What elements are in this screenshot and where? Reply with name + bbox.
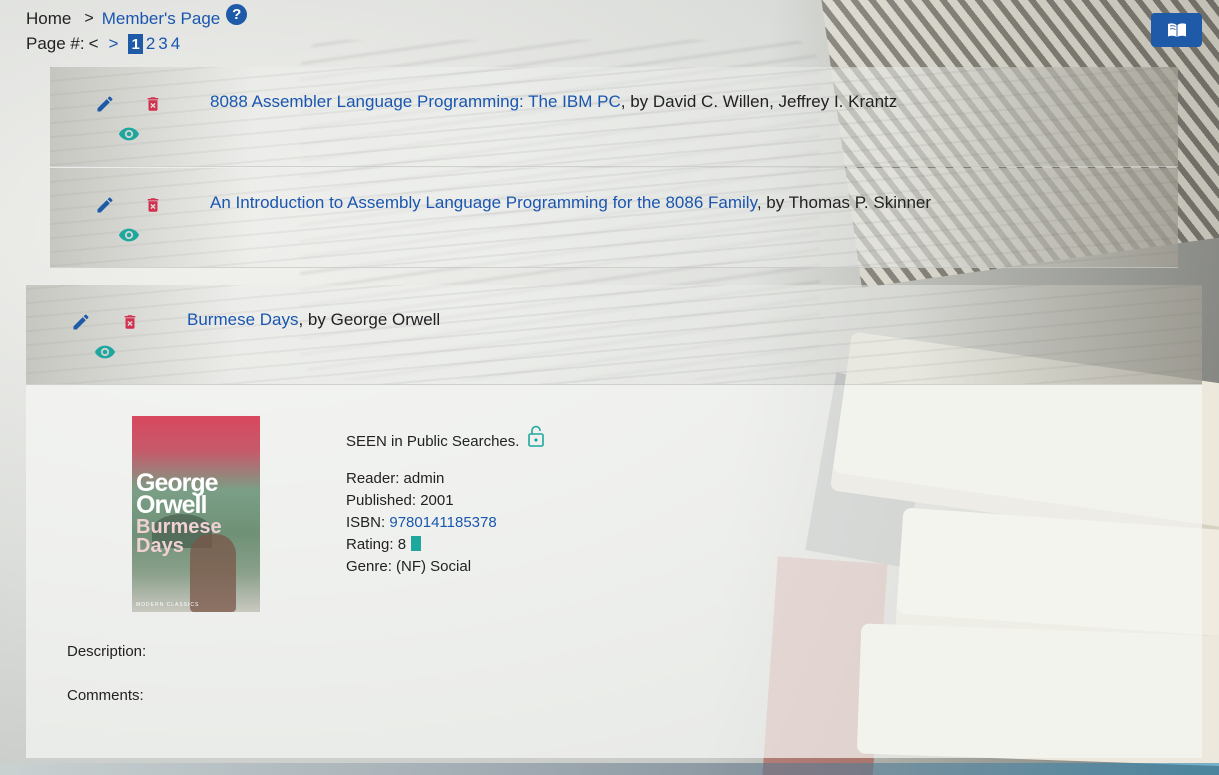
comments-label: Comments: [67, 687, 144, 704]
pager-prev[interactable]: < [89, 34, 99, 54]
toggle-view-button[interactable] [1151, 13, 1202, 47]
breadcrumb: Home > Member's Page ? [26, 3, 248, 31]
book-row: An Introduction to Assembly Language Pro… [50, 168, 1178, 268]
book-detail-panel: George Orwell Burmese Days MODERN CLASSI… [26, 385, 1202, 758]
pager: Page #: < > 1 2 3 4 [26, 34, 183, 54]
pager-page-2[interactable]: 2 [146, 34, 155, 54]
cover-title: Burmese Days [136, 516, 222, 557]
book-title-link[interactable]: Burmese Days [187, 310, 298, 329]
pager-label: Page #: [26, 34, 85, 53]
book-byline: , by David C. Willen, Jeffrey I. Krantz [620, 92, 898, 111]
isbn-link[interactable]: 9780141185378 [389, 514, 496, 531]
pager-page-3[interactable]: 3 [158, 34, 167, 54]
book-title-link[interactable]: 8088 Assembler Language Programming: The… [210, 92, 621, 111]
trash-icon[interactable] [142, 194, 164, 216]
eye-icon[interactable] [94, 341, 116, 363]
breadcrumb-home[interactable]: Home [26, 9, 71, 29]
book-open-icon [1167, 23, 1186, 37]
book-byline: , by George Orwell [298, 310, 441, 329]
trash-icon[interactable] [142, 93, 164, 115]
book-row: 8088 Assembler Language Programming: The… [50, 67, 1178, 167]
book-title-line: 8088 Assembler Language Programming: The… [210, 92, 897, 112]
book-title-line: An Introduction to Assembly Language Pro… [210, 193, 931, 213]
rating-field: Rating: 8 [346, 536, 422, 553]
pager-page-1[interactable]: 1 [128, 34, 143, 54]
unlock-icon[interactable] [527, 425, 544, 447]
published-field: Published: 2001 [346, 492, 454, 509]
book-title-link[interactable]: An Introduction to Assembly Language Pro… [210, 193, 757, 212]
breadcrumb-current[interactable]: Member's Page [102, 9, 221, 29]
pager-page-4[interactable]: 4 [171, 34, 180, 54]
trash-icon[interactable] [119, 311, 141, 333]
visibility-status: SEEN in Public Searches. [346, 425, 544, 450]
book-row-expanded: Burmese Days, by George Orwell [26, 285, 1202, 385]
pencil-icon[interactable] [94, 194, 116, 216]
book-title-line: Burmese Days, by George Orwell [187, 310, 440, 330]
help-icon[interactable]: ? [226, 3, 248, 25]
eye-icon[interactable] [118, 123, 140, 145]
description-label: Description: [67, 643, 147, 660]
breadcrumb-separator: > [84, 10, 94, 27]
cover-author: George Orwell [136, 469, 219, 519]
reader-field: Reader: admin [346, 470, 445, 487]
pencil-icon[interactable] [94, 93, 116, 115]
genre-field: Genre: (NF) Social [346, 558, 472, 575]
isbn-field: ISBN: 9780141185378 [346, 514, 497, 531]
book-cover-image[interactable]: George Orwell Burmese Days MODERN CLASSI… [132, 416, 260, 612]
cover-series: MODERN CLASSICS [136, 602, 200, 608]
eye-icon[interactable] [118, 224, 140, 246]
book-byline: , by Thomas P. Skinner [756, 193, 932, 212]
pager-next[interactable]: > [109, 34, 119, 54]
rating-bar [411, 536, 422, 551]
pencil-icon[interactable] [70, 311, 92, 333]
